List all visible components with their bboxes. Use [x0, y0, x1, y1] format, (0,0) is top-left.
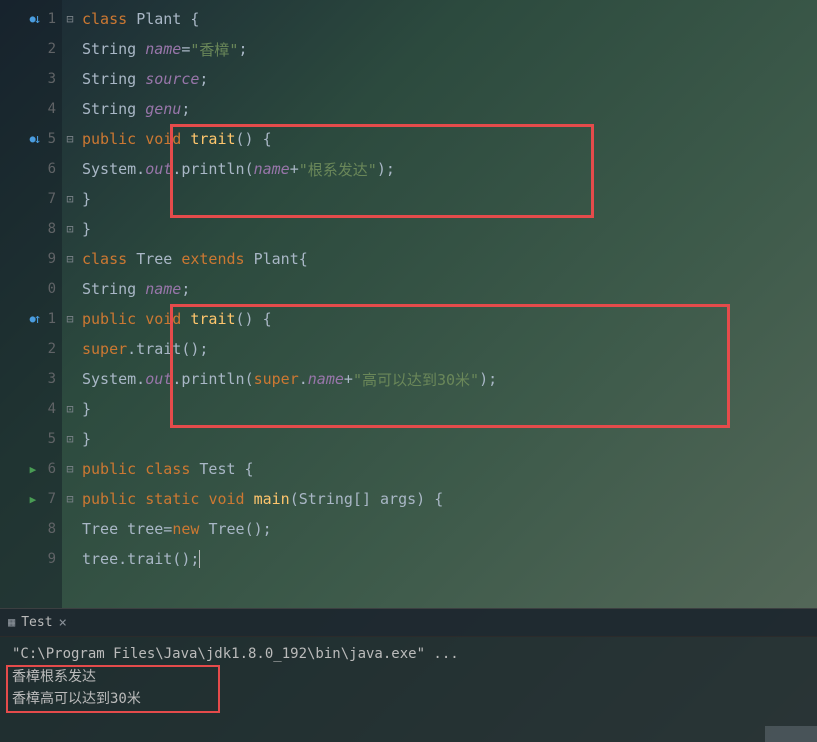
run-icon[interactable]	[30, 463, 44, 476]
fold-toggle-icon[interactable]	[62, 124, 78, 154]
gutter-line[interactable]: 4	[0, 394, 62, 424]
code-line[interactable]: String name="香樟";	[78, 34, 817, 64]
line-number: 9	[48, 251, 56, 267]
code-line[interactable]: public void trait() {	[78, 124, 817, 154]
line-number: 7	[48, 191, 56, 207]
code-line[interactable]: }	[78, 214, 817, 244]
code-line[interactable]: class Plant {	[78, 4, 817, 34]
line-number: 5	[48, 431, 56, 447]
line-number: 8	[48, 221, 56, 237]
console-panel: Test "C:\Program Files\Java\jdk1.8.0_192…	[0, 608, 817, 742]
code-line[interactable]: tree.trait();	[78, 544, 817, 574]
line-number: 1	[48, 11, 56, 27]
code-line[interactable]: System.out.println(name+"根系发达");	[78, 154, 817, 184]
code-line[interactable]: String genu;	[78, 94, 817, 124]
code-line[interactable]: String name;	[78, 274, 817, 304]
code-line[interactable]: Tree tree=new Tree();	[78, 514, 817, 544]
line-number: 2	[48, 341, 56, 357]
fold-toggle-icon[interactable]	[62, 4, 78, 34]
cursor-icon	[199, 550, 200, 568]
line-number: 4	[48, 101, 56, 117]
console-line: 香樟根系发达	[12, 665, 805, 687]
code-line[interactable]: public static void main(String[] args) {	[78, 484, 817, 514]
fold-end-icon	[62, 184, 78, 214]
code-line[interactable]: public class Test {	[78, 454, 817, 484]
gutter-line[interactable]: 1	[0, 4, 62, 34]
console-line: "C:\Program Files\Java\jdk1.8.0_192\bin\…	[12, 643, 805, 665]
gutter-line[interactable]: 5	[0, 424, 62, 454]
line-number: 3	[48, 371, 56, 387]
horizontal-scrollbar[interactable]	[765, 726, 817, 742]
console-output[interactable]: "C:\Program Files\Java\jdk1.8.0_192\bin\…	[0, 637, 817, 715]
fold-toggle-icon[interactable]	[62, 484, 78, 514]
gutter-line[interactable]: 0	[0, 274, 62, 304]
line-number: 7	[48, 491, 56, 507]
code-line[interactable]: public void trait() {	[78, 304, 817, 334]
line-number: 1	[48, 311, 56, 327]
gutter-line[interactable]: 6	[0, 154, 62, 184]
code-line[interactable]: class Tree extends Plant{	[78, 244, 817, 274]
gutter-line[interactable]: 6	[0, 454, 62, 484]
gutter-line[interactable]: 2	[0, 34, 62, 64]
gutter-line[interactable]: 5	[0, 124, 62, 154]
code-line[interactable]: }	[78, 184, 817, 214]
line-number: 6	[48, 461, 56, 477]
code-line[interactable]: String source;	[78, 64, 817, 94]
fold-toggle-icon[interactable]	[62, 244, 78, 274]
fold-end-icon	[62, 394, 78, 424]
line-number: 4	[48, 401, 56, 417]
line-number: 3	[48, 71, 56, 87]
gutter-line[interactable]: 9	[0, 544, 62, 574]
override-down-icon[interactable]	[30, 132, 44, 147]
line-number: 8	[48, 521, 56, 537]
code-lines[interactable]: class Plant { String name="香樟"; String s…	[78, 4, 817, 574]
code-line[interactable]: super.trait();	[78, 334, 817, 364]
close-icon[interactable]	[59, 615, 67, 631]
override-down-icon[interactable]	[30, 12, 44, 27]
line-number: 9	[48, 551, 56, 567]
gutter-line[interactable]	[0, 574, 62, 604]
gutter-line[interactable]: 2	[0, 334, 62, 364]
fold-end-icon	[62, 214, 78, 244]
code-line[interactable]: System.out.println(super.name+"高可以达到30米"…	[78, 364, 817, 394]
console-tab[interactable]: Test	[0, 615, 75, 631]
gutter-line[interactable]: 7	[0, 484, 62, 514]
gutter-line[interactable]: 4	[0, 94, 62, 124]
console-tab-bar: Test	[0, 609, 817, 637]
gutter-line[interactable]: 8	[0, 214, 62, 244]
tab-label: Test	[21, 615, 52, 630]
fold-toggle-icon[interactable]	[62, 304, 78, 334]
fold-column	[62, 4, 78, 574]
console-line: 香樟高可以达到30米	[12, 687, 805, 709]
gutter-line[interactable]: 7	[0, 184, 62, 214]
fold-toggle-icon[interactable]	[62, 454, 78, 484]
code-line[interactable]: }	[78, 394, 817, 424]
code-editor: 1 2 3 4 5 6 7 8 9 0 1 2 3 4 5 6 7 8 9	[0, 0, 817, 608]
override-up-icon[interactable]	[30, 312, 44, 327]
run-icon[interactable]	[30, 493, 44, 506]
gutter-line[interactable]: 8	[0, 514, 62, 544]
code-line[interactable]: }	[78, 424, 817, 454]
fold-end-icon	[62, 424, 78, 454]
gutter-line[interactable]: 3	[0, 64, 62, 94]
run-config-icon	[8, 615, 15, 630]
line-number: 0	[48, 281, 56, 297]
gutter-line[interactable]: 9	[0, 244, 62, 274]
line-number: 6	[48, 161, 56, 177]
line-number: 5	[48, 131, 56, 147]
gutter: 1 2 3 4 5 6 7 8 9 0 1 2 3 4 5 6 7 8 9	[0, 0, 62, 608]
gutter-line[interactable]: 3	[0, 364, 62, 394]
code-area[interactable]: class Plant { String name="香樟"; String s…	[62, 0, 817, 608]
gutter-line[interactable]: 1	[0, 304, 62, 334]
line-number: 2	[48, 41, 56, 57]
